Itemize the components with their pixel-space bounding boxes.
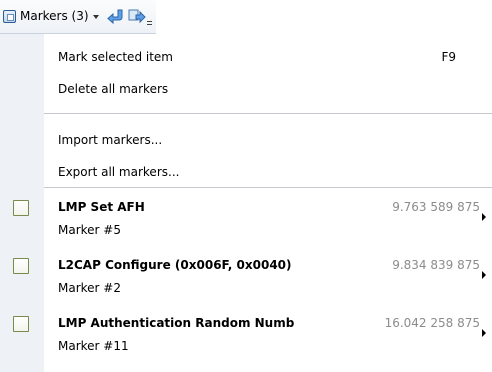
marker-timestamp: 9.834 839 875 xyxy=(392,258,480,272)
marker-item[interactable]: L2CAP Configure (0x006F, 0x0040) 9.834 8… xyxy=(0,248,492,296)
marker-name: LMP Authentication Random Numb xyxy=(58,316,295,330)
menu-item-label: Export all markers... xyxy=(58,165,180,179)
marker-item[interactable]: LMP Set AFH 9.763 589 875 Marker #5 xyxy=(0,190,492,238)
marker-timestamp: 9.763 589 875 xyxy=(392,200,480,214)
next-marker-icon[interactable] xyxy=(128,8,146,26)
marker-checkbox[interactable] xyxy=(13,200,29,216)
marker-subtitle: Marker #11 xyxy=(58,339,129,353)
marker-item[interactable]: LMP Authentication Random Numb 16.042 25… xyxy=(0,306,492,354)
markers-dropdown-button[interactable]: Markers (3) xyxy=(0,0,156,34)
submenu-arrow-icon[interactable] xyxy=(482,329,486,337)
menu-item-import[interactable]: Import markers... xyxy=(44,117,474,151)
markers-title: Markers (3) xyxy=(20,9,89,23)
markers-toolbar: Markers (3) xyxy=(0,0,492,34)
menu-item-label: Delete all markers xyxy=(58,82,169,96)
menu-item-label: Import markers... xyxy=(58,133,163,147)
marker-checkbox[interactable] xyxy=(13,258,29,274)
dropdown-caret-icon[interactable] xyxy=(93,15,99,19)
markers-menu: Mark selected item F9 Delete all markers… xyxy=(0,34,492,372)
marker-checkbox[interactable] xyxy=(13,316,29,332)
marker-icon xyxy=(3,10,16,23)
menu-item-label: Mark selected item xyxy=(58,50,173,64)
submenu-arrow-icon[interactable] xyxy=(482,213,486,221)
menu-item-export[interactable]: Export all markers... xyxy=(44,149,474,183)
menu-item-delete-all[interactable]: Delete all markers xyxy=(44,66,474,100)
menu-item-mark-selected[interactable]: Mark selected item F9 xyxy=(44,34,474,68)
menu-item-shortcut: F9 xyxy=(441,50,456,64)
marker-name: LMP Set AFH xyxy=(58,200,145,214)
marker-name: L2CAP Configure (0x006F, 0x0040) xyxy=(58,258,292,272)
marker-timestamp: 16.042 258 875 xyxy=(384,316,480,330)
marker-subtitle: Marker #2 xyxy=(58,281,121,295)
menu-separator xyxy=(44,187,492,188)
marker-subtitle: Marker #5 xyxy=(58,223,121,237)
submenu-arrow-icon[interactable] xyxy=(482,271,486,279)
menu-separator xyxy=(44,113,492,114)
toolbar-grip-icon[interactable] xyxy=(147,20,152,28)
previous-marker-icon[interactable] xyxy=(107,8,125,26)
